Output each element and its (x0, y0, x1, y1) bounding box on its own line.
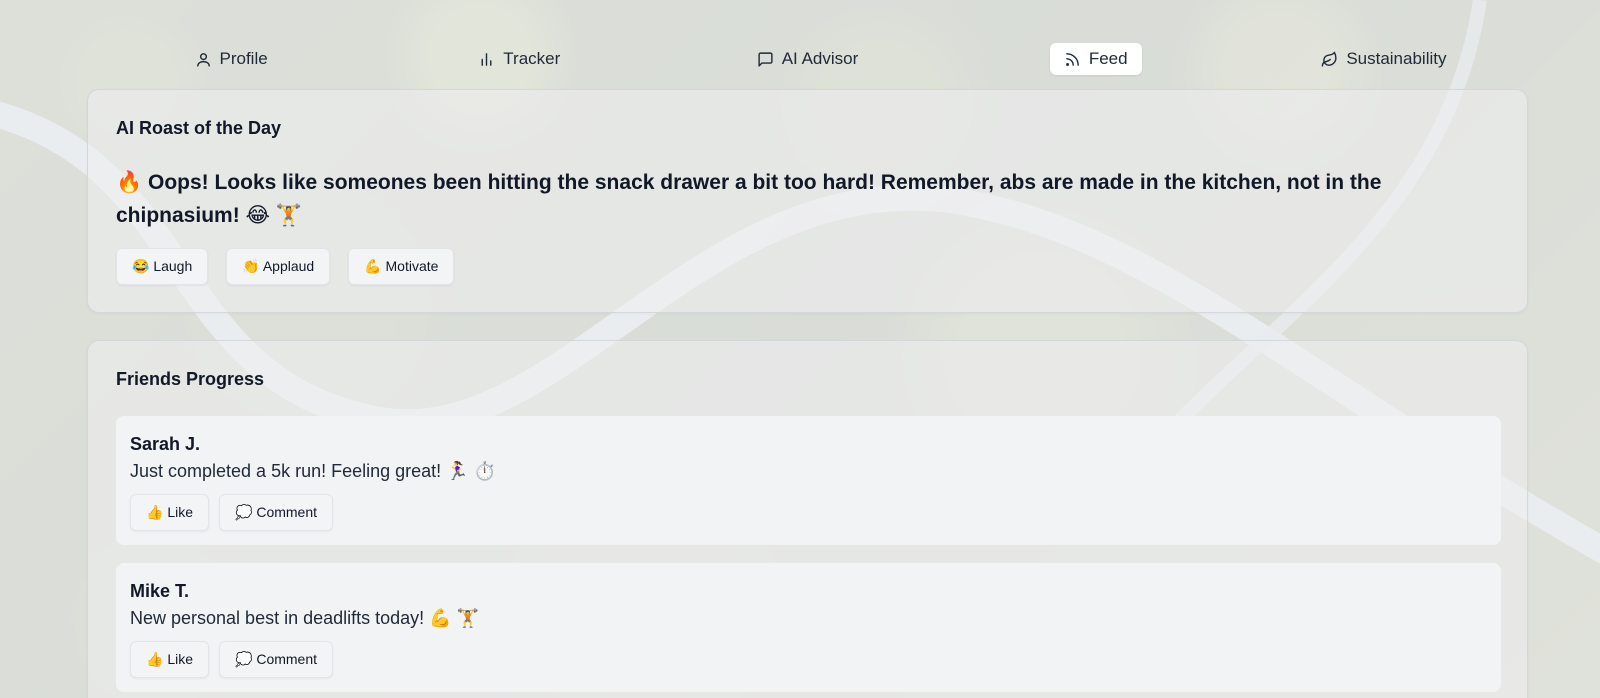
post-actions: 👍 Like 💭 Comment (130, 641, 334, 678)
reaction-buttons: 😂 Laugh 👏 Applaud 💪 Motivate (116, 248, 455, 285)
roast-text: 🔥 Oops! Looks like someones been hitting… (116, 171, 1382, 227)
roast-card: AI Roast of the Day 🔥 Oops! Looks like s… (87, 89, 1528, 313)
tab-feed-label: Feed (1088, 49, 1128, 68)
friends-progress-card: Friends Progress Sarah J. Just completed… (87, 340, 1528, 698)
message-square-icon (758, 51, 773, 67)
motivate-button[interactable]: 💪 Motivate (348, 248, 455, 285)
rss-icon (1065, 52, 1079, 66)
like-button[interactable]: 👍 Like (130, 494, 210, 531)
post-author: Sarah J. (130, 434, 201, 454)
top-nav: Profile Tracker AI Advisor Feed Sustaina… (87, 43, 1528, 75)
comment-button[interactable]: 💭 Comment (219, 494, 334, 531)
like-button[interactable]: 👍 Like (130, 641, 210, 678)
tab-ai-advisor-label: AI Advisor (781, 49, 859, 68)
tab-tracker[interactable]: Tracker (464, 43, 574, 75)
tab-feed[interactable]: Feed (1049, 43, 1142, 75)
tab-profile[interactable]: Profile (181, 43, 282, 75)
tab-ai-advisor[interactable]: AI Advisor (743, 43, 873, 75)
friend-post: Mike T. New personal best in deadlifts t… (116, 563, 1501, 692)
tab-profile-label: Profile (219, 49, 268, 68)
comment-button[interactable]: 💭 Comment (219, 641, 334, 678)
app: Profile Tracker AI Advisor Feed Sustaina… (0, 0, 1600, 698)
user-icon (196, 52, 210, 67)
post-text: Just completed a 5k run! Feeling great! … (130, 461, 496, 481)
laugh-button[interactable]: 😂 Laugh (116, 248, 209, 285)
post-author: Mike T. (130, 581, 190, 601)
roast-title: AI Roast of the Day (116, 118, 282, 138)
friends-progress-title: Friends Progress (116, 369, 265, 389)
tab-sustainability-label: Sustainability (1346, 49, 1447, 68)
tab-tracker-label: Tracker (503, 49, 561, 68)
applaud-button[interactable]: 👏 Applaud (226, 248, 331, 285)
post-text: New personal best in deadlifts today! 💪 … (130, 608, 479, 628)
leaf-icon (1322, 51, 1337, 67)
friend-post: Sarah J. Just completed a 5k run! Feelin… (116, 416, 1501, 545)
tab-sustainability[interactable]: Sustainability (1307, 43, 1460, 75)
post-actions: 👍 Like 💭 Comment (130, 494, 334, 531)
bar-chart-icon (481, 52, 492, 66)
